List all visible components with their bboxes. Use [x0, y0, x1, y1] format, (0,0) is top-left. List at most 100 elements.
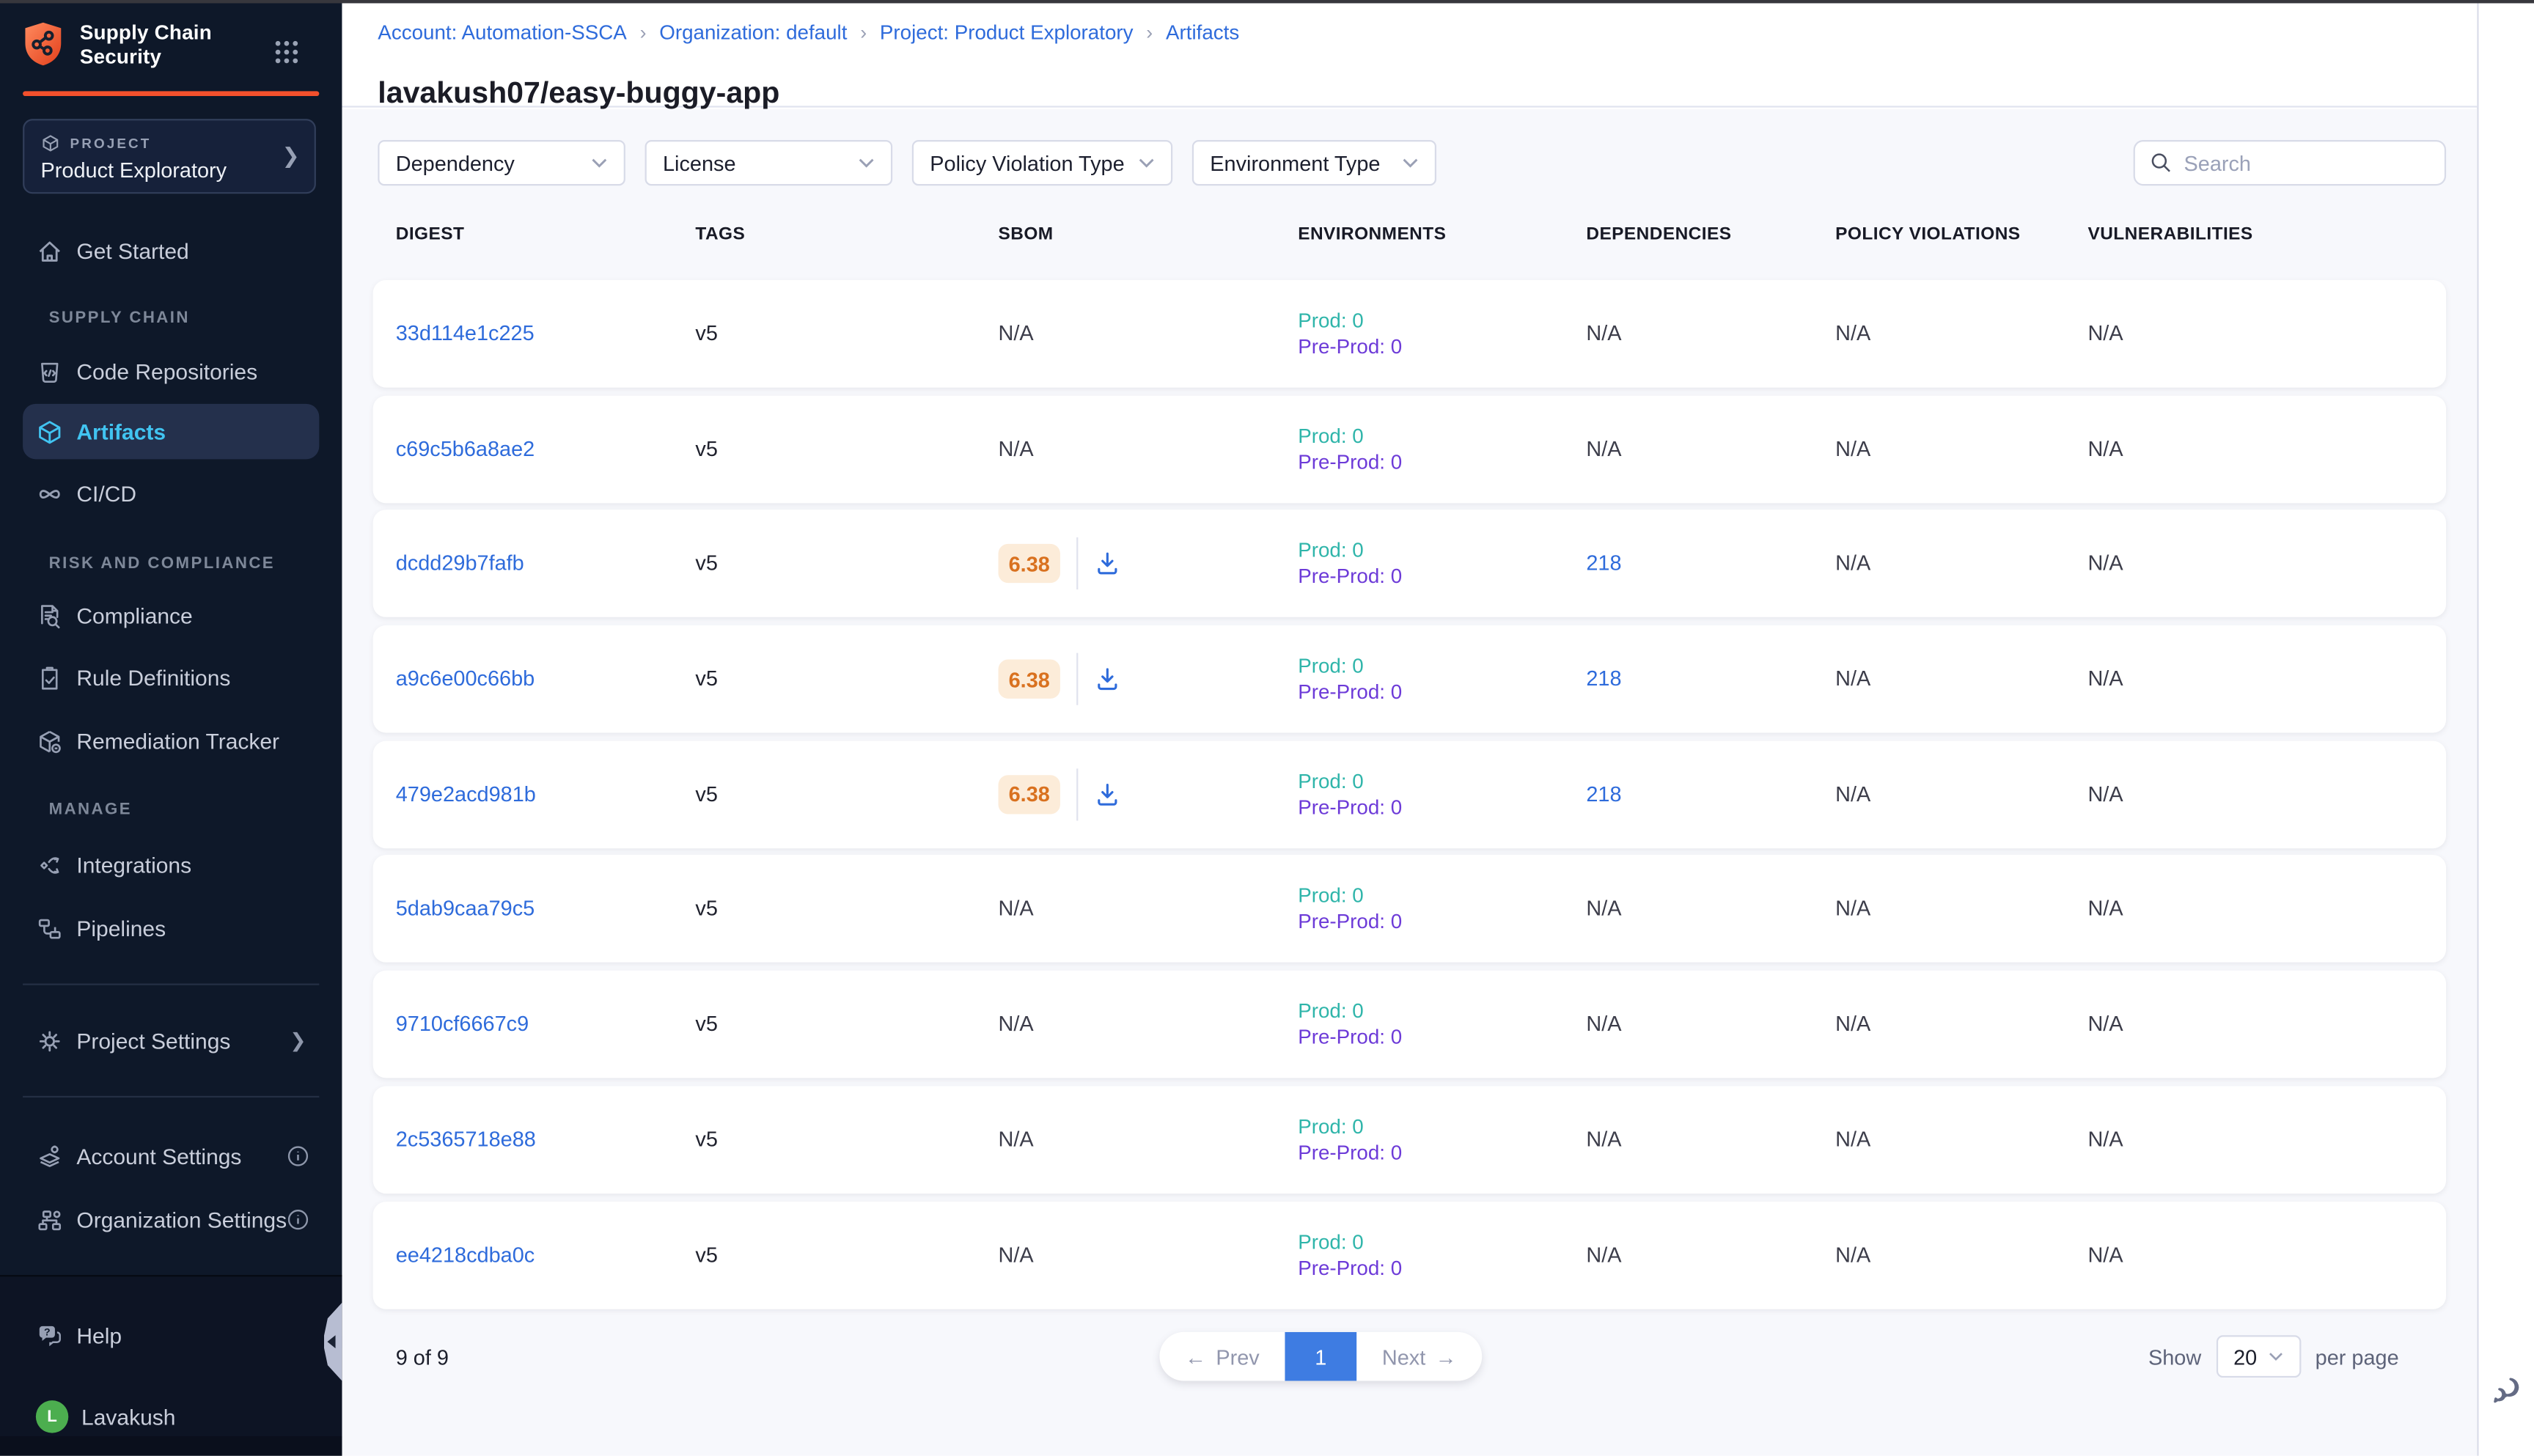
account-settings-icon [36, 1142, 64, 1170]
column-header-vulnerabilities: VULNERABILITIES [2087, 225, 2446, 245]
module-switcher-grid-icon[interactable] [273, 39, 300, 65]
table-row[interactable]: 33d114e1c225 v5 N/A Prod: 0 Pre-Prod: 0 … [373, 280, 2446, 388]
table-row[interactable]: 479e2acd981b v5 6.38 Prod: 0 Pre-Prod: 0… [373, 740, 2446, 848]
table-row[interactable]: dcdd29b7fafb v5 6.38 Prod: 0 Pre-Prod: 0… [373, 510, 2446, 618]
tag-value: v5 [695, 782, 718, 806]
dependencies-link[interactable]: 218 [1586, 551, 1621, 576]
sidebar-item-label: Pipelines [76, 916, 166, 940]
breadcrumb-separator: › [860, 21, 867, 44]
vulnerabilities-value: N/A [2087, 436, 2123, 460]
digest-link[interactable]: 479e2acd981b [396, 782, 536, 806]
sidebar-item-organization-settings[interactable]: Organization Settings [0, 1195, 342, 1244]
chevron-down-icon [2269, 1352, 2283, 1361]
digest-link[interactable]: 2c5365718e88 [396, 1127, 536, 1151]
chevron-down-icon [1402, 158, 1418, 167]
prev-label: Prev [1216, 1345, 1259, 1369]
digest-link[interactable]: ee4218cdba0c [396, 1242, 535, 1266]
sidebar-item-pipelines[interactable]: Pipelines [0, 904, 342, 953]
table-row[interactable]: 2c5365718e88 v5 N/A Prod: 0 Pre-Prod: 0 … [373, 1086, 2446, 1194]
supply-chain-security-logo [23, 21, 64, 67]
sidebar-item-account-settings[interactable]: Account Settings [0, 1132, 342, 1181]
table-row[interactable]: 9710cf6667c9 v5 N/A Prod: 0 Pre-Prod: 0 … [373, 971, 2446, 1078]
sidebar-item-help[interactable]: ? Help [0, 1311, 342, 1360]
dependencies-link[interactable]: 218 [1586, 782, 1621, 806]
per-page-label: per page [2316, 1345, 2399, 1369]
window-top-edge [0, 0, 2534, 3]
policy-violations-value: N/A [1835, 1127, 1870, 1151]
prod-count: Prod: 0 [1298, 540, 1586, 562]
dependencies-link[interactable]: 218 [1586, 666, 1621, 691]
preprod-count: Pre-Prod: 0 [1298, 1257, 1586, 1279]
table-row[interactable]: a9c6e00c66bb v5 6.38 Prod: 0 Pre-Prod: 0… [373, 625, 2446, 733]
digest-link[interactable]: a9c6e00c66bb [396, 666, 535, 691]
digest-link[interactable]: 33d114e1c225 [396, 321, 535, 345]
prod-count: Prod: 0 [1298, 424, 1586, 447]
digest-link[interactable]: dcdd29b7fafb [396, 551, 524, 576]
sidebar-item-integrations[interactable]: Integrations [0, 840, 342, 889]
policy-violation-type-filter-dropdown[interactable]: Policy Violation Type [912, 140, 1172, 185]
license-filter-dropdown[interactable]: License [645, 140, 893, 185]
prod-count: Prod: 0 [1298, 1230, 1586, 1253]
policy-violations-value: N/A [1835, 436, 1870, 460]
project-selector[interactable]: PROJECT Product Exploratory ❯ [23, 119, 316, 194]
environment-type-filter-dropdown[interactable]: Environment Type [1192, 140, 1436, 185]
sidebar-item-get-started[interactable]: Get Started [0, 227, 342, 276]
dependency-filter-dropdown[interactable]: Dependency [378, 140, 625, 185]
avatar: L [36, 1400, 68, 1433]
brand-accent-divider [23, 91, 319, 95]
sidebar-item-cicd[interactable]: CI/CD [0, 469, 342, 518]
digest-link[interactable]: 5dab9caa79c5 [396, 897, 535, 921]
breadcrumb-artifacts[interactable]: Artifacts [1166, 21, 1239, 44]
sidebar-item-remediation-tracker[interactable]: Remediation Tracker [0, 716, 342, 765]
sbom-cell: 6.38 [999, 768, 1299, 820]
preprod-count: Pre-Prod: 0 [1298, 1026, 1586, 1049]
environments-cell: Prod: 0 Pre-Prod: 0 [1298, 424, 1586, 474]
sbom-value: N/A [999, 436, 1034, 460]
download-sbom-icon[interactable] [1095, 551, 1121, 578]
sidebar-item-user[interactable]: L Lavakush [0, 1392, 342, 1441]
sidebar-item-code-repositories[interactable]: Code Repositories [0, 347, 342, 396]
artifacts-cube-icon [36, 418, 64, 446]
pipelines-icon [36, 914, 64, 942]
download-sbom-icon[interactable] [1095, 782, 1121, 808]
breadcrumb-account[interactable]: Account: Automation-SSCA [378, 21, 627, 44]
prev-page-button[interactable]: ← Prev [1159, 1332, 1285, 1381]
sidebar-item-label: Get Started [76, 238, 188, 262]
table-row[interactable]: ee4218cdba0c v5 N/A Prod: 0 Pre-Prod: 0 … [373, 1201, 2446, 1309]
breadcrumb-organization[interactable]: Organization: default [659, 21, 847, 44]
preprod-count: Pre-Prod: 0 [1298, 1141, 1586, 1164]
breadcrumb-project[interactable]: Project: Product Exploratory [880, 21, 1134, 44]
next-page-button[interactable]: Next → [1356, 1332, 1482, 1381]
policy-violations-value: N/A [1835, 782, 1870, 806]
sidebar-item-artifacts[interactable]: Artifacts [0, 407, 342, 456]
feedback-chat-icon[interactable] [2490, 1372, 2524, 1407]
dependencies-value: N/A [1586, 321, 1621, 345]
page-size-select[interactable]: 20 [2216, 1335, 2300, 1378]
policy-violations-value: N/A [1835, 1242, 1870, 1266]
column-header-digest: DIGEST [396, 225, 696, 245]
search-input[interactable]: Search [2134, 140, 2446, 185]
tag-value: v5 [695, 897, 718, 921]
prod-count: Prod: 0 [1298, 1000, 1586, 1023]
digest-link[interactable]: c69c5b6a8ae2 [396, 436, 535, 460]
sidebar-item-project-settings[interactable]: Project Settings ❯ [0, 1016, 342, 1065]
preprod-count: Pre-Prod: 0 [1298, 796, 1586, 819]
prod-count: Prod: 0 [1298, 309, 1586, 332]
table-row[interactable]: 5dab9caa79c5 v5 N/A Prod: 0 Pre-Prod: 0 … [373, 856, 2446, 963]
tag-value: v5 [695, 1242, 718, 1266]
page-1-button[interactable]: 1 [1285, 1332, 1356, 1381]
brand: Supply Chain Security [23, 21, 212, 70]
sidebar-item-compliance[interactable]: Compliance [0, 591, 342, 640]
section-header-supply-chain: SUPPLY CHAIN [49, 309, 190, 327]
download-sbom-icon[interactable] [1095, 666, 1121, 693]
digest-link[interactable]: 9710cf6667c9 [396, 1012, 529, 1036]
help-chat-icon: ? [36, 1321, 64, 1349]
vulnerabilities-value: N/A [2087, 551, 2123, 576]
app-window: Supply Chain Security PROJECT Product Ex… [0, 0, 2534, 1456]
sidebar-item-rule-definitions[interactable]: Rule Definitions [0, 653, 342, 702]
app-title: Supply Chain Security [80, 21, 212, 70]
chevron-right-icon: ❯ [290, 1029, 306, 1052]
vulnerabilities-value: N/A [2087, 666, 2123, 691]
divider [1076, 538, 1078, 590]
table-row[interactable]: c69c5b6a8ae2 v5 N/A Prod: 0 Pre-Prod: 0 … [373, 395, 2446, 503]
